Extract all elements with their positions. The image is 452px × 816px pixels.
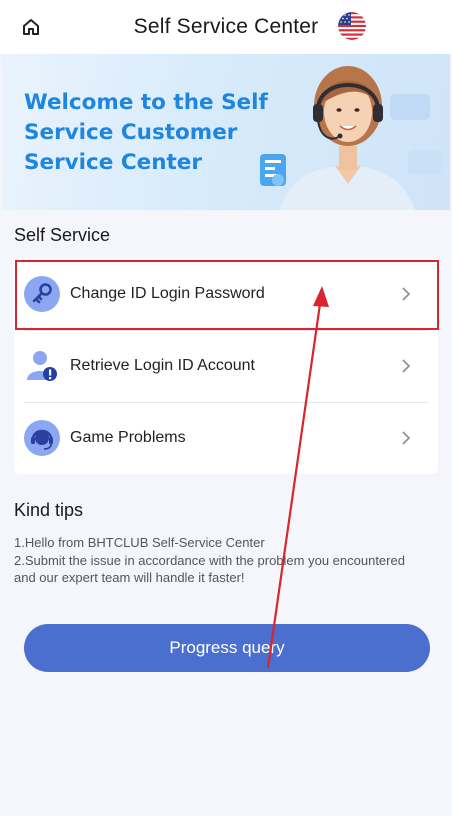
kind-tips-heading: Kind tips	[14, 500, 84, 520]
user-alert-icon	[24, 348, 60, 384]
home-button[interactable]	[18, 14, 44, 40]
welcome-banner: Welcome to the Self Service Customer Ser…	[2, 54, 450, 210]
game-problems-item[interactable]: Game Problems	[14, 402, 438, 474]
key-icon	[24, 276, 60, 312]
chevron-right-icon	[402, 359, 411, 373]
top-header: Self Service Center	[0, 0, 452, 54]
chevron-right-icon	[402, 287, 411, 301]
self-service-heading: Self Service	[14, 225, 111, 245]
change-password-item[interactable]: Change ID Login Password	[14, 258, 438, 330]
menu-item-label: Change ID Login Password	[70, 285, 265, 302]
chevron-right-icon	[402, 431, 411, 445]
language-selector[interactable]	[338, 12, 366, 40]
menu-item-label: Game Problems	[70, 429, 186, 446]
tip-line: 2.Submit the issue in accordance with th…	[14, 553, 405, 585]
progress-query-button[interactable]: Progress query	[24, 624, 430, 672]
page-title: Self Service Center	[133, 15, 319, 38]
headset-icon	[24, 420, 60, 456]
tip-line: 1.Hello from BHTCLUB Self-Service Center	[14, 535, 265, 550]
us-flag-icon	[338, 12, 366, 40]
menu-item-label: Retrieve Login ID Account	[70, 357, 255, 374]
retrieve-login-id-item[interactable]: Retrieve Login ID Account	[14, 330, 438, 402]
customer-service-agent-illustration	[260, 66, 442, 210]
self-service-card: Change ID Login Password Retrieve Login …	[14, 258, 438, 474]
home-icon	[23, 19, 39, 35]
